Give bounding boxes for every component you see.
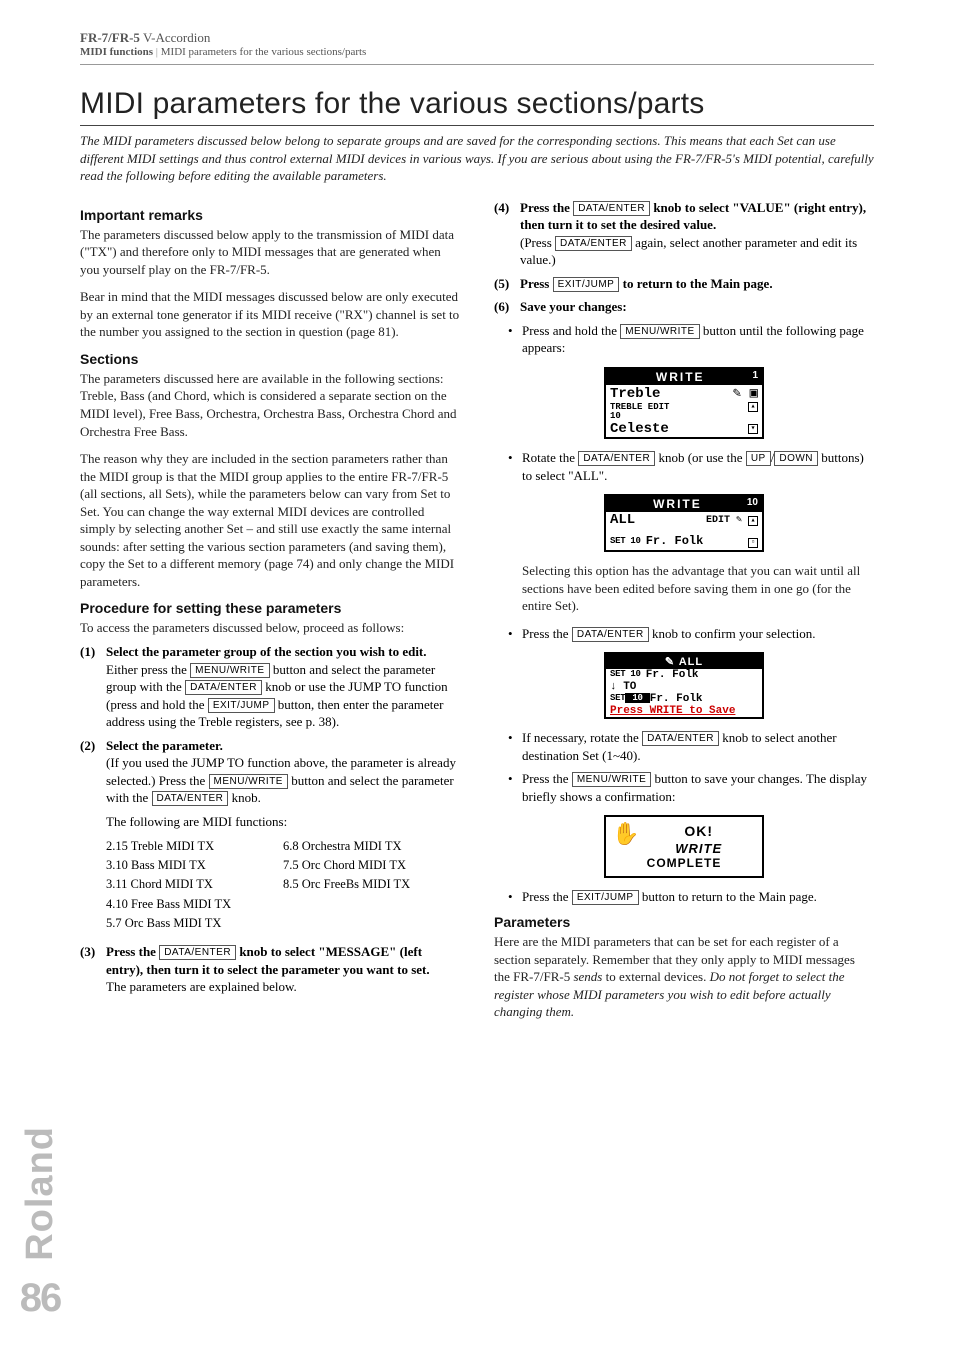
two-columns: Important remarks The parameters discuss…: [80, 199, 874, 1031]
p-parameters: Here are the MIDI parameters that can be…: [494, 933, 874, 1021]
midi-item: 4.10 Free Bass MIDI TX: [106, 895, 283, 914]
step-4-num: (4): [494, 199, 520, 269]
menu-write-key: MENU/WRITE: [572, 772, 651, 787]
midi-function-list: 2.15 Treble MIDI TX 3.10 Bass MIDI TX 3.…: [106, 837, 460, 934]
crumb-sep: |: [153, 46, 161, 58]
step-5-text: Press EXIT/JUMP to return to the Main pa…: [520, 275, 874, 293]
menu-write-key: MENU/WRITE: [209, 774, 288, 789]
step-2: (2) Select the parameter. (If you used t…: [80, 737, 460, 831]
heading-parameters: Parameters: [494, 914, 874, 930]
step-6-text: Save your changes:: [520, 298, 874, 316]
data-enter-key: DATA/ENTER: [152, 791, 229, 806]
scroll-up-icon: ▴: [748, 402, 758, 412]
p-sections-1: The parameters discussed here are availa…: [80, 370, 460, 440]
page-number: 86: [10, 1276, 70, 1321]
step-5: (5) Press EXIT/JUMP to return to the Mai…: [494, 275, 874, 293]
heading-procedure: Procedure for setting these parameters: [80, 600, 460, 616]
midi-item: 7.5 Orc Chord MIDI TX: [283, 856, 460, 875]
midi-item: 2.15 Treble MIDI TX: [106, 837, 283, 856]
roland-logo: Roland: [19, 1126, 62, 1261]
data-enter-key: DATA/ENTER: [573, 201, 650, 216]
data-enter-key: DATA/ENTER: [578, 451, 655, 466]
data-enter-key: DATA/ENTER: [572, 627, 649, 642]
midi-col-right: 6.8 Orchestra MIDI TX 7.5 Orc Chord MIDI…: [283, 837, 460, 934]
midi-item: 3.11 Chord MIDI TX: [106, 875, 283, 894]
heading-important: Important remarks: [80, 207, 460, 223]
manual-page: FR-7/FR-5 V-Accordion MIDI functions | M…: [0, 0, 954, 1351]
step-2-follow: The following are MIDI functions:: [106, 813, 460, 831]
bullet-2: • Rotate the DATA/ENTER knob (or use the…: [494, 449, 874, 484]
exit-jump-key: EXIT/JUMP: [572, 890, 639, 905]
right-column: (4) Press the DATA/ENTER knob to select …: [494, 199, 874, 1031]
menu-write-key: MENU/WRITE: [620, 324, 699, 339]
product-bold: FR-7/FR-5: [80, 30, 140, 45]
step-5-num: (5): [494, 275, 520, 293]
bullet-1: • Press and hold the MENU/WRITE button u…: [494, 322, 874, 357]
menu-write-key: MENU/WRITE: [190, 663, 269, 678]
up-key: UP: [746, 451, 771, 466]
step-3-plain: The parameters are explained below.: [106, 979, 297, 994]
midi-item: 8.5 Orc FreeBs MIDI TX: [283, 875, 460, 894]
crumb-section: MIDI functions: [80, 46, 153, 58]
lcd-screen-3: ✎ ALL SET 10 Fr. Folk ↓ TO SET 10 Fr. Fo…: [494, 652, 874, 719]
p-procedure: To access the parameters discussed below…: [80, 619, 460, 637]
midi-col-left: 2.15 Treble MIDI TX 3.10 Bass MIDI TX 3.…: [106, 837, 283, 934]
lcd-screen-2: WRITE10 ALLEDIT ✎ ▴ SET 10 Fr. Folk▫: [494, 494, 874, 552]
bullet-5: • Press the MENU/WRITE button to save yo…: [494, 770, 874, 805]
data-enter-key: DATA/ENTER: [185, 680, 262, 695]
exit-jump-key: EXIT/JUMP: [553, 277, 620, 292]
bullet-6: • Press the EXIT/JUMP button to return t…: [494, 888, 874, 906]
intro-paragraph: The MIDI parameters discussed below belo…: [80, 132, 874, 185]
exit-jump-key: EXIT/JUMP: [208, 698, 275, 713]
left-column: Important remarks The parameters discuss…: [80, 199, 460, 1031]
breadcrumb: MIDI functions | MIDI parameters for the…: [80, 46, 874, 58]
step-2-num: (2): [80, 737, 106, 831]
crumb-page: MIDI parameters for the various sections…: [161, 46, 367, 58]
data-enter-key: DATA/ENTER: [642, 731, 719, 746]
page-header: FR-7/FR-5 V-Accordion MIDI functions | M…: [80, 30, 874, 65]
brand-sidebar: Roland 86: [10, 1126, 70, 1321]
step-3: (3) Press the DATA/ENTER knob to select …: [80, 943, 460, 996]
bullet-3: • Press the DATA/ENTER knob to confirm y…: [494, 625, 874, 643]
data-enter-key: DATA/ENTER: [159, 945, 236, 960]
midi-item: 5.7 Orc Bass MIDI TX: [106, 914, 283, 933]
page-title: MIDI parameters for the various sections…: [80, 87, 874, 126]
step-6-num: (6): [494, 298, 520, 316]
step-1-bold: Select the parameter group of the sectio…: [106, 644, 427, 659]
step-3-text: Press the DATA/ENTER knob to select "MES…: [106, 943, 460, 996]
step-4-text: Press the DATA/ENTER knob to select "VAL…: [520, 199, 874, 269]
lcd-screen-4: ✋ OK! WRITE COMPLETE: [494, 815, 874, 878]
p-important-1: The parameters discussed below apply to …: [80, 226, 460, 279]
data-enter-key: DATA/ENTER: [555, 236, 632, 251]
hand-icon: ✋: [612, 823, 639, 845]
scroll-up-icon: ▴: [748, 516, 758, 526]
step-1-num: (1): [80, 643, 106, 731]
scroll-down-icon: ▫: [748, 538, 758, 548]
step-2-bold: Select the parameter.: [106, 738, 223, 753]
heading-sections: Sections: [80, 351, 460, 367]
lcd-screen-1: WRITE1 Treble✎ ▣ TREBLE EDIT▴ 10 Celeste…: [494, 367, 874, 439]
p-important-2: Bear in mind that the MIDI messages disc…: [80, 288, 460, 341]
product-line: FR-7/FR-5 V-Accordion: [80, 30, 874, 46]
scroll-down-icon: ▾: [748, 424, 758, 434]
p-sections-2: The reason why they are included in the …: [80, 450, 460, 590]
midi-item: 6.8 Orchestra MIDI TX: [283, 837, 460, 856]
down-key: DOWN: [774, 451, 818, 466]
edit-icon: ✎ ▣: [733, 385, 758, 402]
bullet-4: • If necessary, rotate the DATA/ENTER kn…: [494, 729, 874, 764]
product-thin: V-Accordion: [140, 30, 210, 45]
step-6: (6) Save your changes:: [494, 298, 874, 316]
step-1: (1) Select the parameter group of the se…: [80, 643, 460, 731]
step-3-num: (3): [80, 943, 106, 996]
step-4: (4) Press the DATA/ENTER knob to select …: [494, 199, 874, 269]
step-1-text: Select the parameter group of the sectio…: [106, 643, 460, 731]
p-after-lcd2: Selecting this option has the advantage …: [522, 562, 874, 615]
step-2-text: Select the parameter. (If you used the J…: [106, 737, 460, 831]
midi-item: 3.10 Bass MIDI TX: [106, 856, 283, 875]
